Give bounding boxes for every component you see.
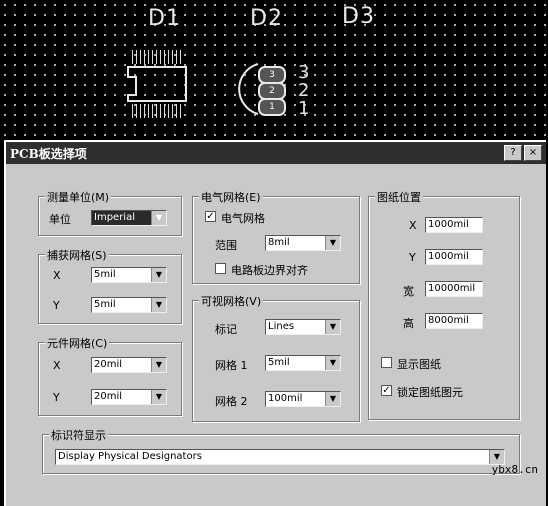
unit-value: Imperial <box>94 212 135 223</box>
marker-value: Lines <box>268 321 295 332</box>
chevron-down-icon: ▼ <box>489 450 504 464</box>
pcb-canvas[interactable]: D1 D2 D3 3 2 1 3 2 1 <box>0 0 548 150</box>
comp-y-select[interactable]: 20mil ▼ <box>91 389 167 405</box>
close-button[interactable]: × <box>524 145 542 161</box>
dialog-titlebar[interactable]: PCB板选择项 ? × <box>6 142 546 164</box>
sheet-y-label: Y <box>409 251 416 264</box>
group-measure: 测量单位(M) 单位 Imperial ▼ <box>38 189 182 236</box>
lock-sheet-label: 锁定图纸图元 <box>397 386 463 399</box>
chevron-down-icon: ▼ <box>325 320 340 334</box>
group-designator: 标识符显示 Display Physical Designators ▼ <box>42 427 520 474</box>
designator-d3: D3 <box>342 4 375 29</box>
group-component: 元件网格(C) X 20mil ▼ Y 20mil ▼ <box>38 335 182 416</box>
chevron-down-icon: ▼ <box>151 211 166 225</box>
board-align-checkbox[interactable] <box>215 263 226 274</box>
comp-x-label: X <box>53 359 61 372</box>
dialog-title: PCB板选择项 <box>10 146 87 161</box>
grid1-select[interactable]: 5mil ▼ <box>265 355 341 371</box>
group-visible-title: 可视网格(V) <box>199 293 264 309</box>
sheet-height-label: 高 <box>403 317 414 330</box>
d2-pin-label-1: 1 <box>298 98 310 119</box>
chevron-down-icon: ▼ <box>325 356 340 370</box>
snap-y-select[interactable]: 5mil ▼ <box>91 297 167 313</box>
snap-x-select[interactable]: 5mil ▼ <box>91 267 167 283</box>
group-electric: 电气网格(E) ✓ 电气网格 范围 8mil ▼ 电路板边界对齐 <box>192 189 360 284</box>
grid2-value: 100mil <box>268 393 303 404</box>
snap-y-value: 5mil <box>94 299 116 310</box>
comp-x-value: 20mil <box>94 359 123 370</box>
grid1-label: 网格 1 <box>215 359 248 372</box>
help-button[interactable]: ? <box>504 145 522 161</box>
grid2-select[interactable]: 100mil ▼ <box>265 391 341 407</box>
snap-x-value: 5mil <box>94 269 116 280</box>
group-snap: 捕获网格(S) X 5mil ▼ Y 5mil ▼ <box>38 247 182 324</box>
chevron-down-icon: ▼ <box>325 392 340 406</box>
sheet-width-label: 宽 <box>403 285 414 298</box>
pcb-options-dialog: PCB板选择项 ? × 测量单位(M) 单位 Imperial ▼ 捕获网格(S)… <box>4 140 546 506</box>
chevron-down-icon: ▼ <box>151 298 166 312</box>
sheet-width-input[interactable]: 10000mil <box>425 281 483 297</box>
electric-grid-checkbox[interactable]: ✓ <box>205 211 216 222</box>
marker-select[interactable]: Lines ▼ <box>265 319 341 335</box>
snap-x-label: X <box>53 269 61 282</box>
group-designator-title: 标识符显示 <box>49 427 108 443</box>
d2-pad-1[interactable]: 1 <box>258 98 286 116</box>
marker-label: 标记 <box>215 323 237 336</box>
comp-x-select[interactable]: 20mil ▼ <box>91 357 167 373</box>
chevron-down-icon: ▼ <box>151 358 166 372</box>
comp-y-value: 20mil <box>94 391 123 402</box>
designator-select[interactable]: Display Physical Designators ▼ <box>55 449 505 465</box>
designator-value: Display Physical Designators <box>58 451 202 462</box>
chevron-down-icon: ▼ <box>325 236 340 250</box>
board-align-label: 电路板边界对齐 <box>231 264 308 277</box>
grid2-label: 网格 2 <box>215 395 248 408</box>
d1-pads-bottom <box>132 104 182 118</box>
range-value: 8mil <box>268 237 290 248</box>
sheet-x-input[interactable]: 1000mil <box>425 217 483 233</box>
unit-label: 单位 <box>49 213 71 226</box>
group-measure-title: 测量单位(M) <box>45 189 112 205</box>
chevron-down-icon: ▼ <box>151 390 166 404</box>
d1-notch <box>127 76 137 96</box>
group-sheet-title: 图纸位置 <box>375 189 423 205</box>
show-sheet-checkbox[interactable] <box>381 357 392 368</box>
group-component-title: 元件网格(C) <box>45 335 110 351</box>
sheet-height-input[interactable]: 8000mil <box>425 313 483 329</box>
d1-footprint[interactable] <box>127 66 187 102</box>
range-select[interactable]: 8mil ▼ <box>265 235 341 251</box>
comp-y-label: Y <box>53 391 60 404</box>
range-label: 范围 <box>215 239 237 252</box>
lock-sheet-checkbox[interactable]: ✓ <box>381 385 392 396</box>
group-snap-title: 捕获网格(S) <box>45 247 109 263</box>
chevron-down-icon: ▼ <box>151 268 166 282</box>
sheet-x-label: X <box>409 219 417 232</box>
designator-d1: D1 <box>148 6 181 31</box>
group-electric-title: 电气网格(E) <box>199 189 263 205</box>
sheet-y-input[interactable]: 1000mil <box>425 249 483 265</box>
group-visible: 可视网格(V) 标记 Lines ▼ 网格 1 5mil ▼ 网格 2 100mil… <box>192 293 360 422</box>
snap-y-label: Y <box>53 299 60 312</box>
group-sheet: 图纸位置 X 1000mil Y 1000mil 宽 10000mil 高 80… <box>368 189 520 420</box>
unit-select[interactable]: Imperial ▼ <box>91 210 167 226</box>
show-sheet-label: 显示图纸 <box>397 358 441 371</box>
designator-d2: D2 <box>250 6 283 31</box>
watermark-text: ybx8.cn <box>491 463 538 476</box>
electric-grid-label: 电气网格 <box>221 212 265 225</box>
d1-pads-top <box>132 50 182 64</box>
grid1-value: 5mil <box>268 357 290 368</box>
d2-footprint[interactable]: 3 2 1 <box>238 60 296 118</box>
